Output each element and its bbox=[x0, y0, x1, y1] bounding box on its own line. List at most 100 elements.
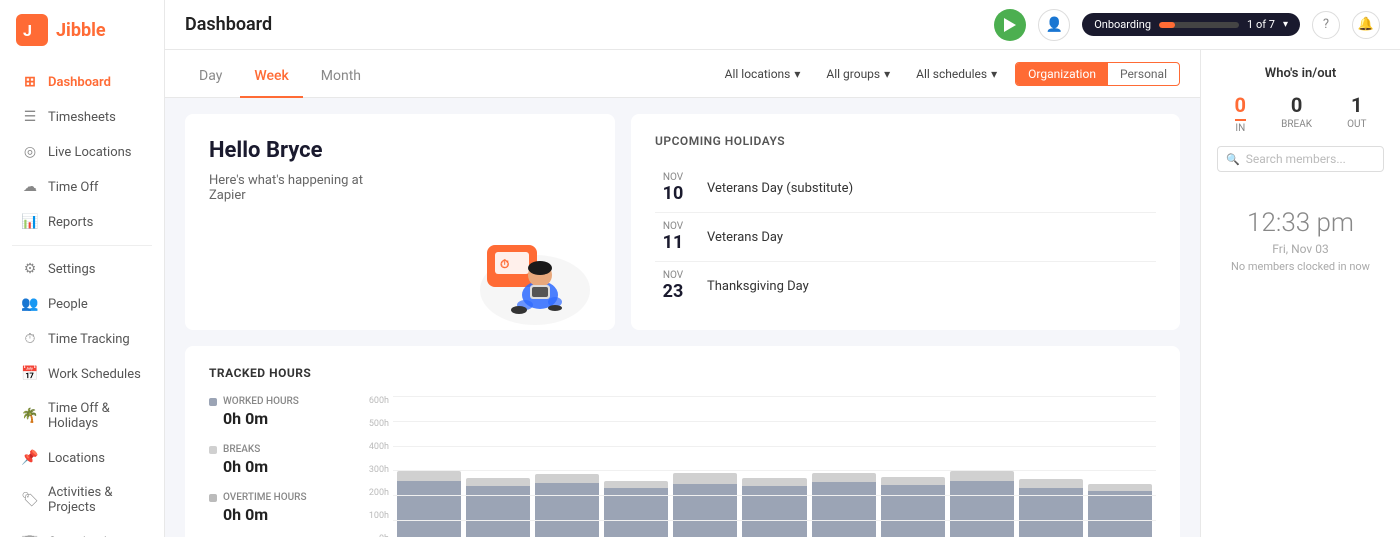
play-timer-button[interactable] bbox=[994, 9, 1026, 41]
sidebar-item-label: Time Off bbox=[48, 180, 98, 195]
personal-toggle-btn[interactable]: Personal bbox=[1108, 63, 1179, 85]
bar-group bbox=[881, 396, 945, 537]
sidebar-item-settings[interactable]: ⚙ Settings bbox=[6, 252, 158, 286]
overtime-legend: OVERTIME HOURS 0h 0m bbox=[209, 492, 339, 524]
organization-toggle-btn[interactable]: Organization bbox=[1016, 63, 1108, 85]
sidebar-item-work-schedules[interactable]: 📅 Work Schedules bbox=[6, 357, 158, 391]
all-locations-filter[interactable]: All locations ▾ bbox=[717, 63, 809, 85]
logo[interactable]: J Jibble bbox=[0, 0, 164, 60]
sidebar-item-time-off-holidays[interactable]: 🌴 Time Off & Holidays bbox=[6, 392, 158, 440]
sidebar-item-time-off[interactable]: ☁ Time Off bbox=[6, 170, 158, 204]
breaks-label: BREAKS bbox=[223, 444, 260, 455]
notifications-button[interactable]: 🔔 bbox=[1352, 11, 1380, 39]
worked-value: 0h 0m bbox=[223, 409, 339, 428]
clock-in-status: No members clocked in now bbox=[1217, 260, 1384, 273]
chevron-down-icon: ▾ bbox=[884, 67, 890, 81]
onboarding-label: Onboarding bbox=[1094, 18, 1151, 31]
all-schedules-filter[interactable]: All schedules ▾ bbox=[908, 63, 1005, 85]
bar-group bbox=[950, 396, 1014, 537]
tabs-bar: Day Week Month All locations ▾ All bbox=[165, 50, 1200, 98]
activities-icon: 🏷 bbox=[22, 492, 38, 508]
time-off-holidays-icon: 🌴 bbox=[22, 408, 38, 424]
time-off-icon: ☁ bbox=[22, 179, 38, 195]
worked-label: WORKED HOURS bbox=[223, 396, 299, 407]
y-label: 400h bbox=[363, 442, 389, 452]
sidebar-item-label: Settings bbox=[48, 262, 95, 277]
dashboard-main: Day Week Month All locations ▾ All bbox=[165, 50, 1200, 537]
sidebar-item-label: Time Tracking bbox=[48, 332, 130, 347]
tab-day[interactable]: Day bbox=[185, 56, 236, 98]
sidebar-item-label: Work Schedules bbox=[48, 367, 141, 382]
bar-work-segment bbox=[1019, 488, 1083, 537]
bar-break-segment bbox=[1019, 479, 1083, 488]
tracked-hours-card: TRACKED HOURS WORKED HOURS 0h 0m bbox=[185, 346, 1180, 537]
sidebar-item-people[interactable]: 👥 People bbox=[6, 287, 158, 321]
y-axis: 600h 500h 400h 300h 200h 100h 0h bbox=[363, 396, 393, 537]
sidebar-nav: ⊞ Dashboard ☰ Timesheets ◎ Live Location… bbox=[0, 60, 164, 537]
svg-text:J: J bbox=[23, 21, 32, 40]
sidebar-item-timesheets[interactable]: ☰ Timesheets bbox=[6, 100, 158, 134]
bar-work-segment bbox=[1088, 491, 1152, 537]
overtime-value: 0h 0m bbox=[223, 505, 339, 524]
tracked-hours-body: WORKED HOURS 0h 0m BREAKS 0h 0m bbox=[209, 396, 1156, 537]
play-icon bbox=[1004, 18, 1016, 32]
all-groups-label: All groups bbox=[826, 67, 880, 81]
all-groups-filter[interactable]: All groups ▾ bbox=[818, 63, 898, 85]
search-icon: 🔍 bbox=[1226, 153, 1240, 166]
bar-group bbox=[1088, 396, 1152, 537]
inout-counts: 0 IN 0 BREAK 1 OUT bbox=[1217, 93, 1384, 134]
bar-break-segment bbox=[604, 481, 668, 488]
bar-break-segment bbox=[950, 471, 1014, 481]
onboarding-count: 1 of 7 bbox=[1247, 18, 1275, 31]
breaks-dot bbox=[209, 446, 217, 454]
sidebar-item-organization[interactable]: 🏢 Organization bbox=[6, 525, 158, 537]
content-area: Hello Bryce Here's what's happening at Z… bbox=[165, 98, 1200, 537]
sidebar-item-live-locations[interactable]: ◎ Live Locations bbox=[6, 135, 158, 169]
bar-work-segment bbox=[604, 488, 668, 537]
overtime-label: OVERTIME HOURS bbox=[223, 492, 307, 503]
tab-month[interactable]: Month bbox=[307, 56, 375, 98]
work-schedules-icon: 📅 bbox=[22, 366, 38, 382]
search-members-input[interactable]: 🔍 Search members... bbox=[1217, 146, 1384, 172]
bar-group bbox=[673, 396, 737, 537]
holidays-card: UPCOMING HOLIDAYS NOV 10 Veterans Day (s… bbox=[631, 114, 1180, 330]
sidebar-item-time-tracking[interactable]: ⏱ Time Tracking bbox=[6, 322, 158, 356]
time-display: 12:33 pm Fri, Nov 03 No members clocked … bbox=[1201, 188, 1400, 293]
bar-group bbox=[466, 396, 530, 537]
all-schedules-label: All schedules bbox=[916, 67, 987, 81]
user-avatar-button[interactable]: 👤 bbox=[1038, 9, 1070, 41]
onboarding-progress-bar bbox=[1159, 22, 1239, 28]
sidebar-item-locations[interactable]: 📌 Locations bbox=[6, 441, 158, 475]
holiday-date-2: NOV 11 bbox=[655, 221, 691, 253]
top-row: Hello Bryce Here's what's happening at Z… bbox=[185, 114, 1180, 330]
sidebar-item-activities-projects[interactable]: 🏷 Activities & Projects bbox=[6, 476, 158, 524]
bar-break-segment bbox=[466, 478, 530, 486]
logo-text: Jibble bbox=[56, 20, 106, 41]
onboarding-progress-fill bbox=[1159, 22, 1175, 28]
sidebar-item-reports[interactable]: 📊 Reports bbox=[6, 205, 158, 239]
onboarding-bar[interactable]: Onboarding 1 of 7 ▾ bbox=[1082, 13, 1300, 36]
chevron-down-icon: ▾ bbox=[1283, 19, 1288, 30]
sidebar-item-label: Locations bbox=[48, 451, 105, 466]
in-count: 0 bbox=[1235, 93, 1246, 121]
bars-container bbox=[393, 396, 1156, 537]
all-locations-label: All locations bbox=[725, 67, 791, 81]
out-count-item: 1 OUT bbox=[1347, 93, 1366, 134]
sidebar-item-label: Time Off & Holidays bbox=[48, 401, 142, 431]
tab-filters: All locations ▾ All groups ▾ All schedul… bbox=[717, 62, 1180, 86]
out-label: OUT bbox=[1347, 119, 1366, 130]
sidebar: J Jibble ⊞ Dashboard ☰ Timesheets ◎ Live… bbox=[0, 0, 165, 537]
sidebar-item-label: Timesheets bbox=[48, 110, 116, 125]
bar-group bbox=[812, 396, 876, 537]
help-button[interactable]: ? bbox=[1312, 11, 1340, 39]
sidebar-item-dashboard[interactable]: ⊞ Dashboard bbox=[6, 65, 158, 99]
holiday-item-2: NOV 11 Veterans Day bbox=[655, 213, 1156, 262]
jibble-logo-icon: J bbox=[16, 14, 48, 46]
bar-chart-area: 600h 500h 400h 300h 200h 100h 0h bbox=[363, 396, 1156, 537]
bar-work-segment bbox=[812, 482, 876, 537]
tab-week[interactable]: Week bbox=[240, 56, 302, 98]
bar-group bbox=[604, 396, 668, 537]
welcome-illustration: ⏱ bbox=[435, 190, 595, 330]
illustration-svg: ⏱ bbox=[435, 190, 595, 330]
bar-work-segment bbox=[673, 484, 737, 537]
